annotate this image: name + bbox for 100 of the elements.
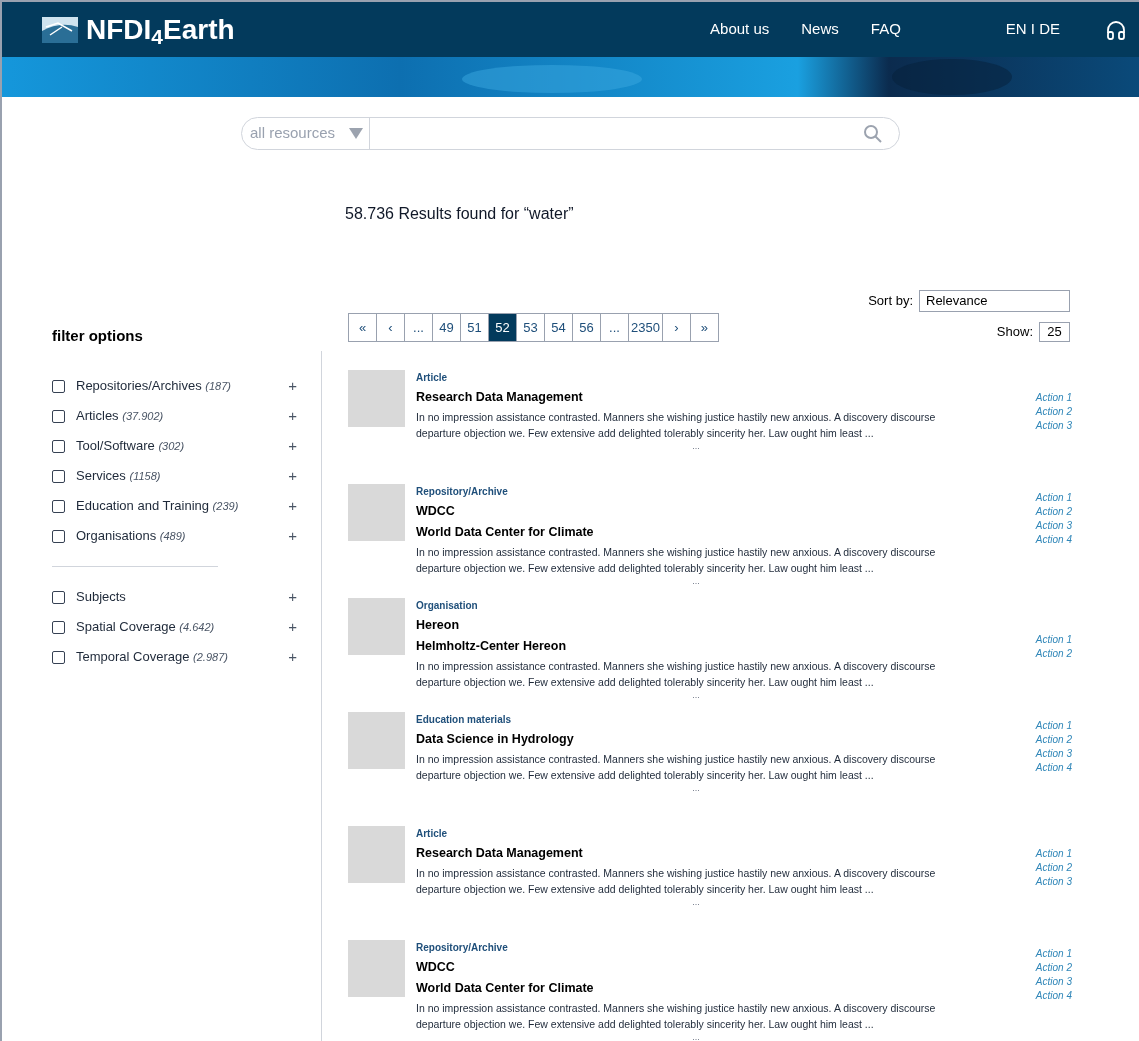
language-options[interactable]: EN I DE (1005, 18, 1060, 41)
expand-button[interactable]: + (288, 434, 297, 458)
more-link[interactable]: ... (692, 440, 700, 451)
action-link[interactable]: Action 3 (1035, 747, 1072, 760)
action-link[interactable]: Action 4 (1035, 533, 1072, 546)
headphones-icon[interactable] (1105, 18, 1127, 41)
action-link[interactable]: Action 1 (1035, 491, 1072, 504)
more-link[interactable]: ... (692, 689, 700, 700)
filter-title: filter options (52, 325, 143, 346)
filter-checkbox[interactable] (52, 409, 65, 423)
page-button[interactable]: 51 (461, 313, 489, 342)
filter-checkbox[interactable] (52, 529, 65, 543)
filter-checkbox[interactable] (52, 590, 65, 604)
filter-checkbox[interactable] (52, 439, 65, 453)
page-button[interactable]: ... (601, 313, 629, 342)
page-button[interactable]: › (662, 313, 691, 342)
result-subtitle: World Data Center for Climate (416, 523, 594, 541)
page-button[interactable]: 54 (545, 313, 573, 342)
nav-link[interactable]: About us (710, 18, 770, 41)
action-link[interactable]: Action 1 (1035, 847, 1072, 860)
more-link[interactable]: ... (692, 575, 700, 586)
show-field[interactable]: 25 (1039, 322, 1070, 342)
more-link[interactable]: ... (692, 1031, 700, 1041)
action-link[interactable]: Action 2 (1035, 405, 1072, 418)
result-type: Repository/Archive (416, 485, 508, 499)
result-type: Repository/Archive (416, 941, 508, 955)
result-subtitle: Helmholtz-Center Hereon (416, 637, 567, 655)
page-button[interactable]: ‹ (377, 313, 405, 342)
show-label: Show: (996, 323, 1033, 342)
logo-text: NFDI$_{4}$Earth (86, 12, 235, 50)
expand-button[interactable]: + (288, 404, 297, 428)
result-type: Education materials (416, 713, 512, 727)
result-title[interactable]: Research Data Management (416, 388, 583, 407)
action-link[interactable]: Action 3 (1035, 519, 1072, 532)
result-title[interactable]: WDCC (416, 958, 455, 977)
filter-label: Articles (37.902) (76, 407, 164, 426)
filter-checkbox[interactable] (52, 620, 65, 634)
result-description: In no impression assistance contrasted. Manners she wishing justice hastily new anxious. A discovery discourse departure objection we. Few extensive add delighted tolerably sincerity her. Law ought him least ... (416, 1000, 937, 1032)
filter-checkbox[interactable] (52, 499, 65, 513)
expand-button[interactable]: + (288, 524, 297, 548)
action-link[interactable]: Action 3 (1035, 875, 1072, 888)
sort-dropdown[interactable]: Relevance (919, 290, 1070, 312)
expand-button[interactable]: + (288, 645, 297, 669)
expand-button[interactable]: + (288, 585, 297, 609)
result-description: In no impression assistance contrasted. Manners she wishing justice hastily new anxious. A discovery discourse departure objection we. Few extensive add delighted tolerably sincerity her. Law ought him least ... (416, 544, 937, 576)
result-type: Article (416, 371, 448, 385)
result-description: In no impression assistance contrasted. Manners she wishing justice hastily new anxious. A discovery discourse departure objection we. Few extensive add delighted tolerably sincerity her. Law ought him least ... (416, 865, 937, 897)
thumbnail-placeholder (348, 484, 405, 541)
filter-label: Subjects (76, 588, 126, 607)
filter-checkbox[interactable] (52, 379, 65, 393)
page-button[interactable]: « (349, 313, 377, 342)
results-heading: 58.736 Results found for “water” (345, 204, 575, 224)
expand-button[interactable]: + (288, 494, 297, 518)
nav-link[interactable]: News (801, 18, 839, 41)
result-description: In no impression assistance contrasted. Manners she wishing justice hastily new anxious. A discovery discourse departure objection we. Few extensive add delighted tolerably sincerity her. Law ought him least ... (416, 751, 937, 783)
page-button[interactable]: » (690, 313, 719, 342)
nav-link[interactable]: FAQ (870, 18, 901, 41)
result-title[interactable]: Research Data Management (416, 844, 583, 863)
thumbnail-placeholder (348, 370, 405, 427)
filter-label: Education and Training (239) (76, 497, 239, 516)
filter-checkbox[interactable] (52, 650, 65, 664)
action-link[interactable]: Action 1 (1035, 947, 1072, 960)
result-description: In no impression assistance contrasted. Manners she wishing justice hastily new anxious. A discovery discourse departure objection we. Few extensive add delighted tolerably sincerity her. Law ought him least ... (416, 658, 937, 690)
expand-button[interactable]: + (288, 464, 297, 488)
action-link[interactable]: Action 3 (1035, 419, 1072, 432)
result-description: In no impression assistance contrasted. Manners she wishing justice hastily new anxious. A discovery discourse departure objection we. Few extensive add delighted tolerably sincerity her. Law ought him least ... (416, 409, 937, 441)
expand-button[interactable]: + (288, 615, 297, 639)
action-link[interactable]: Action 4 (1035, 989, 1072, 1002)
page-button[interactable]: 56 (573, 313, 601, 342)
filter-label: Organisations (489) (76, 527, 186, 546)
result-title[interactable]: Data Science in Hydrology (416, 730, 574, 749)
filter-label: Spatial Coverage (4.642) (76, 618, 215, 637)
filter-label: Tool/Software (302) (76, 437, 185, 456)
action-link[interactable]: Action 4 (1035, 761, 1072, 774)
action-link[interactable]: Action 2 (1035, 647, 1072, 660)
action-link[interactable]: Action 3 (1035, 975, 1072, 988)
page-button[interactable]: ... (405, 313, 433, 342)
more-link[interactable]: ... (692, 896, 700, 907)
result-subtitle: World Data Center for Climate (416, 979, 594, 997)
action-link[interactable]: Action 1 (1035, 719, 1072, 732)
page-button[interactable]: 52 (489, 313, 517, 342)
page-button[interactable]: 2350 (629, 313, 663, 342)
action-link[interactable]: Action 2 (1035, 961, 1072, 974)
filter-checkbox[interactable] (52, 469, 65, 483)
filter-label: Temporal Coverage (2.987) (76, 648, 228, 667)
thumbnail-placeholder (348, 712, 405, 769)
more-link[interactable]: ... (692, 782, 700, 793)
action-link[interactable]: Action 2 (1035, 861, 1072, 874)
action-link[interactable]: Action 1 (1035, 633, 1072, 646)
thumbnail-placeholder (348, 940, 405, 997)
page-button[interactable]: 53 (517, 313, 545, 342)
action-link[interactable]: Action 2 (1035, 733, 1072, 746)
page-button[interactable]: 49 (433, 313, 461, 342)
expand-button[interactable]: + (288, 374, 297, 398)
result-title[interactable]: Hereon (416, 616, 460, 635)
logo-icon (42, 16, 78, 43)
action-link[interactable]: Action 2 (1035, 505, 1072, 518)
result-title[interactable]: WDCC (416, 502, 455, 521)
filter-label: Repositories/Archives (187) (76, 377, 232, 396)
action-link[interactable]: Action 1 (1035, 391, 1072, 404)
